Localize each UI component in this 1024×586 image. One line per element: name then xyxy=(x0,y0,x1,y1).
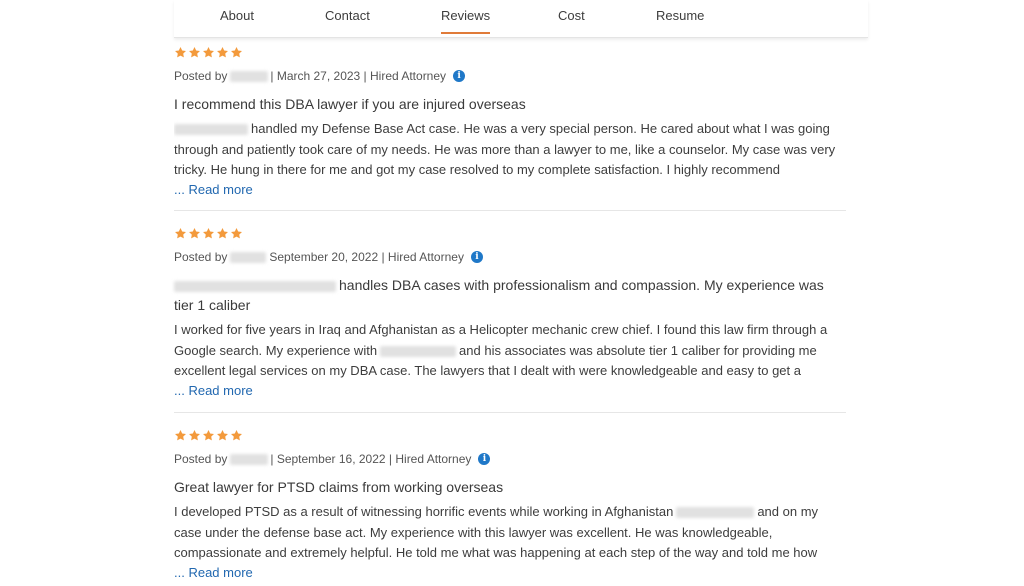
review-body: handled my Defense Base Act case. He was… xyxy=(174,121,836,177)
star-icon xyxy=(217,227,228,239)
review-date-status: | September 16, 2022 | Hired Attorney xyxy=(270,452,472,466)
read-more-link[interactable]: ... Read more xyxy=(174,381,846,401)
star-icon xyxy=(203,46,214,58)
read-more-link[interactable]: ... Read more xyxy=(174,563,846,583)
review-body: I worked for five years in Iraq and Afgh… xyxy=(174,322,828,378)
info-icon[interactable]: i xyxy=(470,251,483,263)
review-item: Posted by | March 27, 2023 | Hired Attor… xyxy=(174,46,846,200)
star-rating xyxy=(174,46,846,60)
star-icon xyxy=(203,227,214,239)
star-icon xyxy=(175,227,186,239)
star-icon xyxy=(189,429,200,441)
tab-resume[interactable]: Resume xyxy=(656,8,704,23)
posted-by-label: Posted by xyxy=(174,250,228,264)
star-icon xyxy=(217,429,228,441)
review-meta: Posted by September 20, 2022 | Hired Att… xyxy=(174,250,846,264)
redacted-reviewer-name xyxy=(230,251,267,263)
tab-contact[interactable]: Contact xyxy=(325,8,370,23)
redacted-reviewer-name xyxy=(230,453,269,465)
review-title: I recommend this DBA lawyer if you are i… xyxy=(174,96,526,112)
star-icon xyxy=(231,429,242,441)
profile-tab-bar: About Contact Reviews Cost Resume xyxy=(174,0,868,38)
tab-reviews[interactable]: Reviews xyxy=(441,8,491,34)
redacted-firm-name xyxy=(174,280,336,292)
review-date-status: September 20, 2022 | Hired Attorney xyxy=(269,250,464,264)
star-icon xyxy=(231,46,242,58)
star-icon xyxy=(231,227,242,239)
review-meta: Posted by | March 27, 2023 | Hired Attor… xyxy=(174,69,846,83)
posted-by-label: Posted by xyxy=(174,69,228,83)
redacted-attorney-name xyxy=(380,345,457,357)
review-title: Great lawyer for PTSD claims from workin… xyxy=(174,479,504,495)
redacted-attorney-name xyxy=(174,124,248,136)
review-meta: Posted by | September 16, 2022 | Hired A… xyxy=(174,452,846,466)
tab-cost[interactable]: Cost xyxy=(558,8,585,23)
redacted-attorney-name xyxy=(676,507,755,519)
review-item: Posted by September 20, 2022 | Hired Att… xyxy=(174,227,846,401)
star-icon xyxy=(189,46,200,58)
star-icon xyxy=(175,46,186,58)
star-rating xyxy=(174,429,846,443)
review-title: handles DBA cases with professionalism a… xyxy=(174,277,824,313)
star-icon xyxy=(175,429,186,441)
star-icon xyxy=(203,429,214,441)
tab-about[interactable]: About xyxy=(220,8,254,23)
review-body: I developed PTSD as a result of witnessi… xyxy=(174,504,819,560)
posted-by-label: Posted by xyxy=(174,452,228,466)
star-icon xyxy=(189,227,200,239)
info-icon[interactable]: i xyxy=(453,70,466,82)
star-rating xyxy=(174,227,846,241)
read-more-link[interactable]: ... Read more xyxy=(174,180,846,200)
divider xyxy=(174,412,846,413)
info-icon[interactable]: i xyxy=(478,453,491,465)
review-date-status: | March 27, 2023 | Hired Attorney xyxy=(270,69,447,83)
redacted-reviewer-name xyxy=(230,70,269,82)
review-item: Posted by | September 16, 2022 | Hired A… xyxy=(174,429,846,583)
star-icon xyxy=(217,46,228,58)
divider xyxy=(174,210,846,211)
